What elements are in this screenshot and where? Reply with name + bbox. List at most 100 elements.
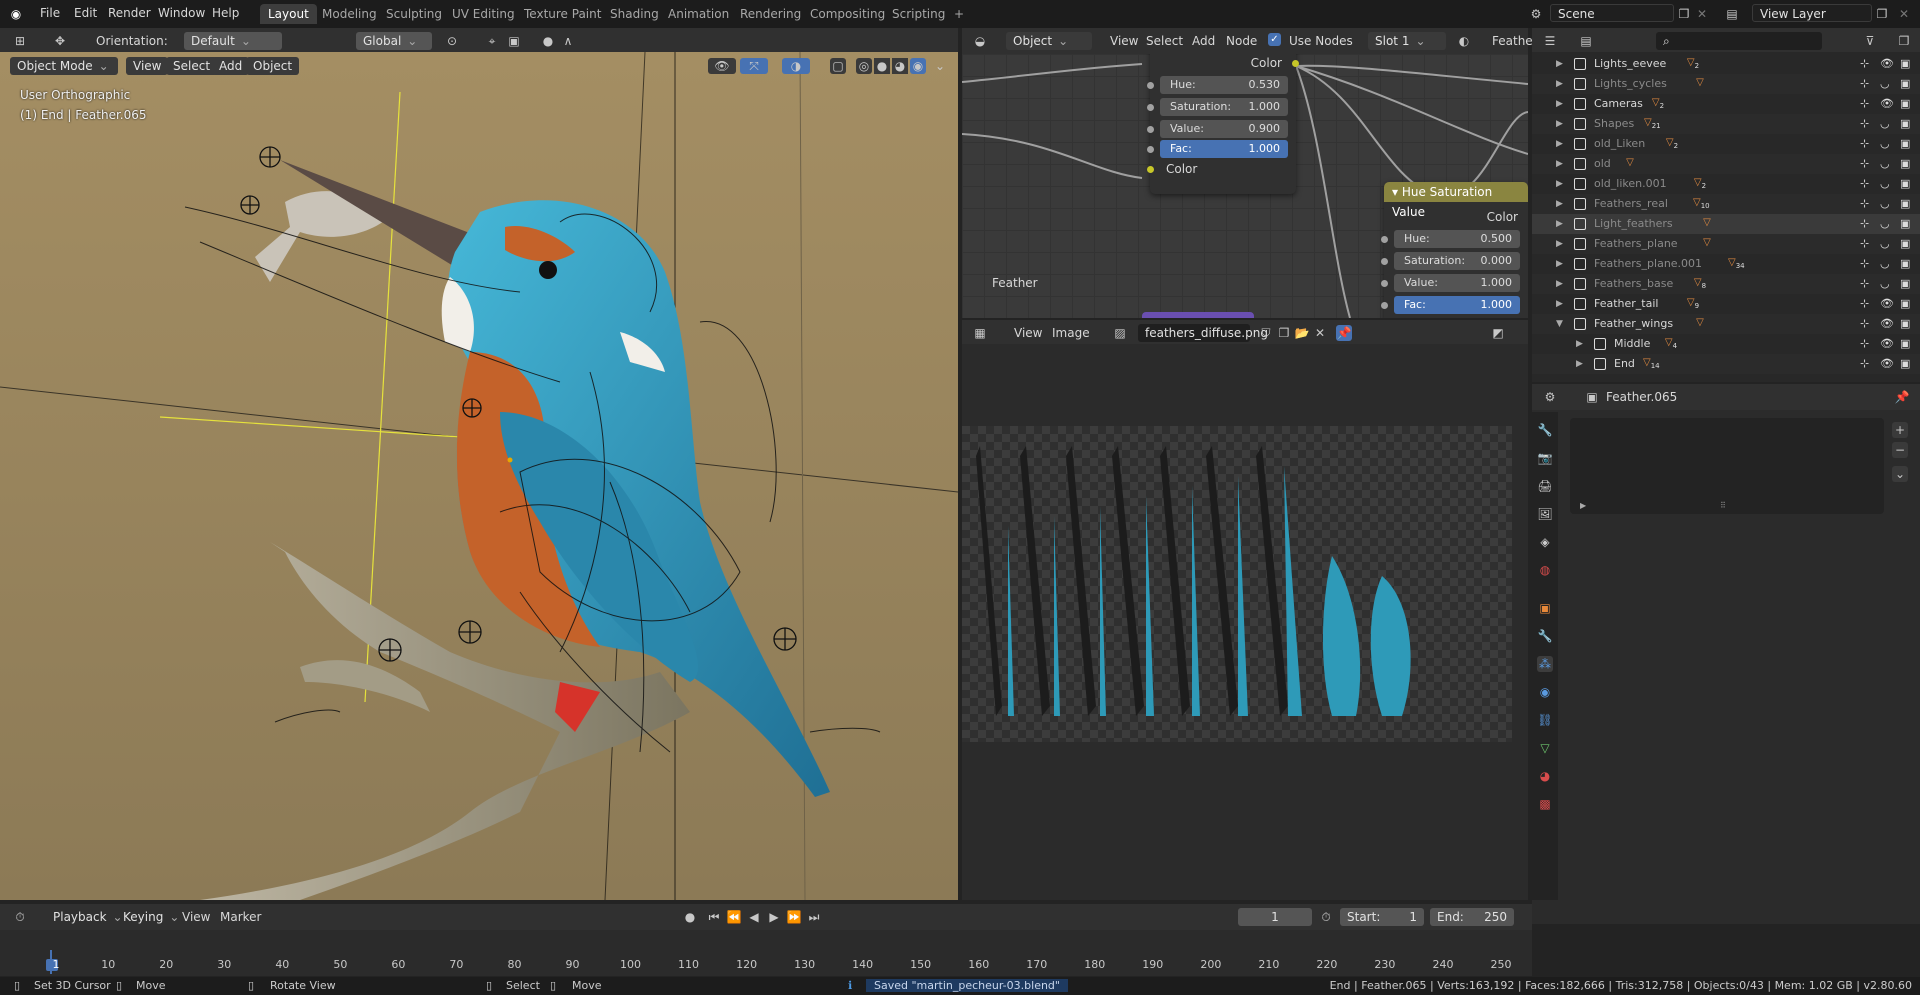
- selectable-icon[interactable]: ⊹: [1860, 74, 1869, 94]
- image-browse-icon[interactable]: ▨: [1112, 325, 1128, 341]
- particle-system-list[interactable]: ▶ ⠿: [1570, 418, 1884, 514]
- node1-fac-socket[interactable]: [1147, 146, 1154, 153]
- menu-render[interactable]: Render: [108, 6, 151, 20]
- outliner-type-icon[interactable]: ☰: [1542, 33, 1558, 49]
- current-frame-field[interactable]: 1: [1238, 908, 1312, 926]
- node2-saturation-socket[interactable]: [1381, 258, 1388, 265]
- selectable-icon[interactable]: ⊹: [1860, 214, 1869, 234]
- modifier-tab-icon[interactable]: 🔧: [1537, 628, 1553, 644]
- orientation-dropdown[interactable]: Default: [184, 32, 282, 50]
- node1-fac-field[interactable]: Fac: 1.000: [1160, 140, 1288, 158]
- expand-arrow-icon[interactable]: ▶: [1556, 54, 1563, 74]
- node2-value-field[interactable]: Value: 1.000: [1394, 274, 1520, 292]
- record-icon[interactable]: ●: [682, 909, 698, 925]
- blender-logo-icon[interactable]: ◉: [8, 6, 24, 22]
- render-camera-icon[interactable]: ▣: [1900, 134, 1910, 154]
- hidden-icon[interactable]: ◡: [1880, 134, 1890, 154]
- node1-value-field[interactable]: Value: 0.900: [1160, 120, 1288, 138]
- shader-type-dropdown[interactable]: Object: [1006, 32, 1092, 50]
- tab-scripting[interactable]: Scripting: [884, 4, 953, 24]
- selectable-icon[interactable]: ⊹: [1860, 354, 1869, 374]
- object-tab-icon[interactable]: ▣: [1537, 600, 1553, 616]
- material-icon[interactable]: ◐: [1456, 33, 1472, 49]
- expand-arrow-icon[interactable]: ▶: [1576, 334, 1583, 354]
- node2-hue-field[interactable]: Hue: 0.500: [1394, 230, 1520, 248]
- scene-tab-icon[interactable]: ◈: [1537, 534, 1553, 550]
- expand-arrow-icon[interactable]: ▶: [1556, 234, 1563, 254]
- tab-texture-paint[interactable]: Texture Paint: [516, 4, 609, 24]
- hidden-icon[interactable]: ◡: [1880, 74, 1890, 94]
- rendered-shading-icon[interactable]: ◉: [910, 58, 926, 74]
- selectable-icon[interactable]: ⊹: [1860, 254, 1869, 274]
- timeline-type-icon[interactable]: ⏱: [12, 909, 28, 925]
- timeline-menu-view[interactable]: View: [182, 910, 210, 924]
- expand-arrow-icon[interactable]: ▶: [1556, 174, 1563, 194]
- outliner-row[interactable]: ▶ Feathers_plane ▽ ⊹ ◡ ▣: [1532, 234, 1920, 254]
- hsv-node-2[interactable]: ▾ Hue Saturation Value Color Hue: 0.500 S…: [1381, 182, 1528, 318]
- image-menu-view[interactable]: View: [1014, 326, 1042, 340]
- solid-shading-icon[interactable]: ●: [874, 58, 890, 74]
- data-tab-icon[interactable]: ▽: [1537, 740, 1553, 756]
- shading-options-icon[interactable]: ⌄: [932, 58, 948, 74]
- tool-tab-icon[interactable]: 🔧: [1537, 422, 1553, 438]
- node2-saturation-field[interactable]: Saturation: 0.000: [1394, 252, 1520, 270]
- transform-space-dropdown[interactable]: Global: [356, 32, 432, 50]
- output-tab-icon[interactable]: 🖨: [1537, 478, 1553, 494]
- node1-saturation-field[interactable]: Saturation: 1.000: [1160, 98, 1288, 116]
- expand-arrow-icon[interactable]: ▶: [1556, 254, 1563, 274]
- partial-node[interactable]: [1142, 312, 1254, 318]
- hidden-icon[interactable]: ◡: [1880, 174, 1890, 194]
- visible-icon[interactable]: 👁: [1880, 294, 1894, 314]
- expand-arrow-icon[interactable]: ▶: [1556, 194, 1563, 214]
- node-editor[interactable]: Color Hue: 0.530 Saturation: 1.000 Value: 0…: [962, 54, 1528, 318]
- menu-file[interactable]: File: [40, 6, 60, 20]
- new-scene-icon[interactable]: ❐: [1676, 6, 1692, 22]
- selectable-icon[interactable]: ⊹: [1860, 334, 1869, 354]
- material-shading-icon[interactable]: ◕: [892, 58, 908, 74]
- start-frame-field[interactable]: Start: 1: [1340, 908, 1424, 926]
- node1-saturation-socket[interactable]: [1147, 104, 1154, 111]
- preview-range-icon[interactable]: ⏱: [1318, 909, 1334, 925]
- render-camera-icon[interactable]: ▣: [1900, 274, 1910, 294]
- expand-arrow-icon[interactable]: ▶: [1556, 114, 1563, 134]
- render-camera-icon[interactable]: ▣: [1900, 214, 1910, 234]
- constraints-tab-icon[interactable]: ⛓: [1537, 712, 1553, 728]
- expand-arrow-icon[interactable]: ▶: [1556, 134, 1563, 154]
- outliner-row[interactable]: ▶ Light_feathers ▽ ⊹ ◡ ▣: [1532, 214, 1920, 234]
- menu-help[interactable]: Help: [212, 6, 239, 20]
- node2-value-socket[interactable]: [1381, 280, 1388, 287]
- outliner-row[interactable]: ▶ Feather_tail ▽9 ⊹ 👁 ▣: [1532, 294, 1920, 314]
- new-view-layer-icon[interactable]: ❐: [1874, 6, 1890, 22]
- node-menu-view[interactable]: View: [1110, 34, 1138, 48]
- prev-keyframe-icon[interactable]: ⏪: [726, 909, 742, 925]
- pin-properties-icon[interactable]: 📌: [1894, 389, 1910, 405]
- expand-arrow-icon[interactable]: ▶: [1556, 94, 1563, 114]
- viewport-menu-add[interactable]: Add: [212, 57, 250, 75]
- render-camera-icon[interactable]: ▣: [1900, 354, 1910, 374]
- material-name[interactable]: Feathe: [1492, 34, 1533, 48]
- falloff-icon[interactable]: ∧: [560, 33, 576, 49]
- tab-sculpting[interactable]: Sculpting: [378, 4, 450, 24]
- scene-field[interactable]: Scene: [1550, 4, 1674, 22]
- tab-modeling[interactable]: Modeling: [314, 4, 385, 24]
- hsv-node-1[interactable]: Color Hue: 0.530 Saturation: 1.000 Value: 0…: [1147, 54, 1299, 194]
- unlink-image-icon[interactable]: ✕: [1312, 325, 1328, 341]
- xray-icon[interactable]: ▢: [830, 58, 846, 74]
- outliner-row[interactable]: ▶ Lights_eevee ▽2 ⊹ 👁 ▣: [1532, 54, 1920, 74]
- expand-arrow-icon[interactable]: ▶: [1556, 214, 1563, 234]
- transform-tool-icon[interactable]: ✥: [52, 33, 68, 49]
- use-nodes-checkbox[interactable]: ✓: [1268, 33, 1281, 46]
- render-camera-icon[interactable]: ▣: [1900, 194, 1910, 214]
- outliner-row[interactable]: ▶ Feathers_real ▽10 ⊹ ◡ ▣: [1532, 194, 1920, 214]
- timeline-menu-marker[interactable]: Marker: [220, 910, 261, 924]
- visible-icon[interactable]: 👁: [1880, 54, 1894, 74]
- outliner-row[interactable]: ▶ old_liken.001 ▽2 ⊹ ◡ ▣: [1532, 174, 1920, 194]
- new-collection-icon[interactable]: ❐: [1896, 33, 1912, 49]
- tab-layout[interactable]: Layout: [260, 4, 317, 24]
- expand-arrow-icon[interactable]: ▶: [1556, 154, 1563, 174]
- hidden-icon[interactable]: ◡: [1880, 114, 1890, 134]
- viewport-menu-view[interactable]: View: [126, 57, 169, 75]
- properties-type-icon[interactable]: ⚙: [1542, 389, 1558, 405]
- selectable-icon[interactable]: ⊹: [1860, 94, 1869, 114]
- resize-handle-icon[interactable]: ⠿: [1720, 501, 1726, 510]
